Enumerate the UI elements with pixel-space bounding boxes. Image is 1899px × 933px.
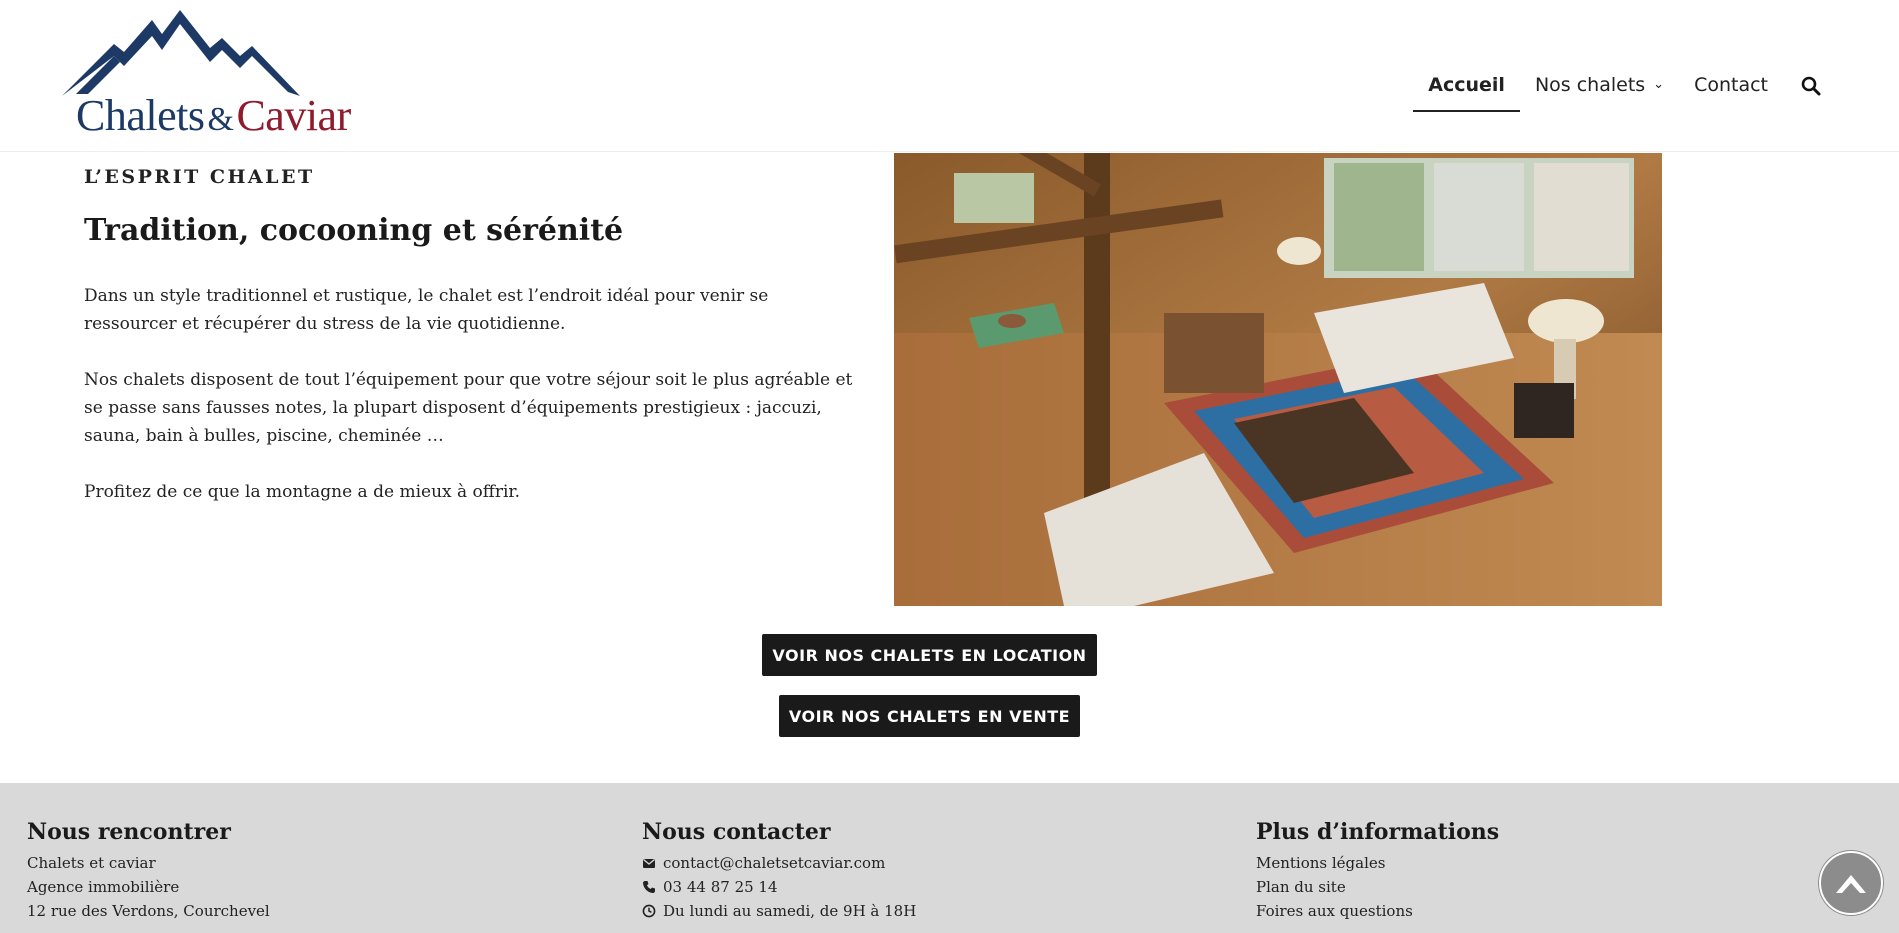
footer-hours: Du lundi au samedi, de 9H à 18H xyxy=(642,899,916,923)
footer-phone[interactable]: 03 44 87 25 14 xyxy=(642,875,916,899)
logo-ampersand: & xyxy=(207,101,234,138)
search-icon[interactable] xyxy=(1801,76,1821,96)
nav-item-contact[interactable]: Contact xyxy=(1679,70,1783,110)
section-paragraph: Dans un style traditionnel et rustique, … xyxy=(84,286,769,334)
nav-label-accueil: Accueil xyxy=(1428,74,1505,96)
logo-word-caviar: Caviar xyxy=(236,91,351,140)
mountains-logo-icon xyxy=(62,10,300,96)
logo-word-chalets: Chalets xyxy=(76,91,205,140)
footer-phone-text[interactable]: 03 44 87 25 14 xyxy=(663,875,778,899)
chalet-living-room-photo xyxy=(894,153,1662,606)
footer-link-faq[interactable]: Foires aux questions xyxy=(1256,899,1413,923)
section-paragraph: Nos chalets disposent de tout l’équipeme… xyxy=(84,370,853,446)
section-paragraph: Profitez de ce que la montagne a de mieu… xyxy=(84,482,521,502)
site-header: Chalets&Caviar Accueil Nos chalets ⌄ Cont… xyxy=(0,0,1899,152)
main-nav: Accueil Nos chalets ⌄ Contact xyxy=(1413,70,1821,112)
footer-heading: Plus d’informations xyxy=(1256,819,1500,845)
footer-line: Agence immobilière xyxy=(27,878,180,896)
footer-heading: Nous rencontrer xyxy=(27,819,231,845)
footer-heading: Nous contacter xyxy=(642,819,831,845)
footer-col-informations: Plus d’informations Mentions légales Pla… xyxy=(1256,819,1499,923)
footer-link-plan-du-site[interactable]: Plan du site xyxy=(1256,875,1346,899)
footer-line: Chalets et caviar xyxy=(27,854,156,872)
chalets-caviar-logo[interactable]: Chalets&Caviar xyxy=(62,8,351,140)
section-kicker: L’ESPRIT CHALET xyxy=(84,166,315,188)
footer-email-text[interactable]: contact@chaletsetcaviar.com xyxy=(663,851,885,875)
footer-col-rencontrer: Nous rencontrer Chalets et caviar Agence… xyxy=(27,819,270,923)
nav-label-nos-chalets: Nos chalets xyxy=(1534,74,1646,96)
footer-link-mentions-legales[interactable]: Mentions légales xyxy=(1256,851,1385,875)
nav-label-contact: Contact xyxy=(1694,74,1768,96)
footer-hours-text: Du lundi au samedi, de 9H à 18H xyxy=(663,902,917,920)
footer-line: 12 rue des Verdons, Courchevel xyxy=(27,902,270,920)
chevron-up-icon xyxy=(1836,875,1866,893)
nav-item-nos-chalets[interactable]: Nos chalets ⌄ xyxy=(1520,70,1679,110)
scroll-to-top-button[interactable] xyxy=(1819,851,1883,915)
clock-icon xyxy=(642,904,656,918)
section-title: Tradition, cocooning et sérénité xyxy=(84,213,624,248)
phone-icon xyxy=(643,881,655,893)
chevron-down-icon: ⌄ xyxy=(1653,77,1665,92)
section-body: Dans un style traditionnel et rustique, … xyxy=(84,282,864,534)
footer-col-contacter: Nous contacter contact@chaletsetcaviar.c… xyxy=(642,819,916,923)
site-footer: Nous rencontrer Chalets et caviar Agence… xyxy=(0,783,1899,933)
view-sale-chalets-button[interactable]: VOIR NOS CHALETS EN VENTE xyxy=(779,695,1080,737)
envelope-icon xyxy=(643,858,655,868)
view-rental-chalets-button[interactable]: VOIR NOS CHALETS EN LOCATION xyxy=(762,634,1097,676)
footer-email[interactable]: contact@chaletsetcaviar.com xyxy=(642,851,916,875)
logo-wordmark: Chalets&Caviar xyxy=(76,92,351,144)
nav-item-accueil[interactable]: Accueil xyxy=(1413,70,1520,112)
